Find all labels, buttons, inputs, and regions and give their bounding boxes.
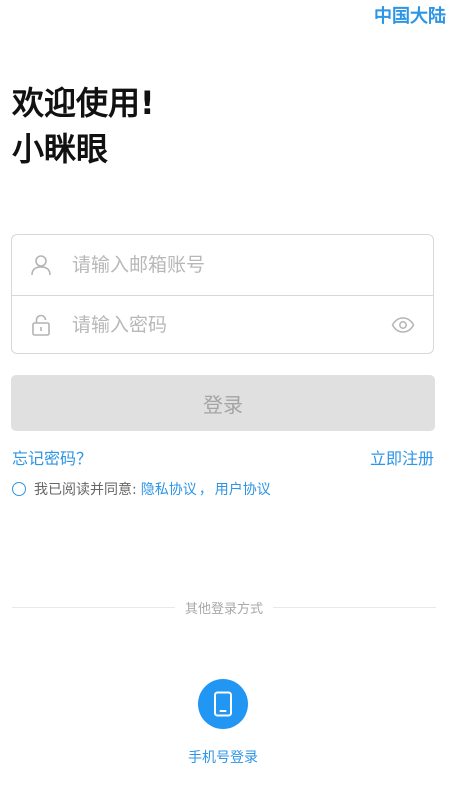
lock-icon (32, 314, 50, 336)
welcome-line-1: 欢迎使用! (12, 84, 155, 122)
agreement-row: 我已阅读并同意: 隐私协议 ， 用户协议 (12, 479, 271, 499)
app-name: 小眯眼 (12, 130, 109, 168)
phone-login-label[interactable]: 手机号登录 (0, 747, 446, 767)
register-link[interactable]: 立即注册 (370, 445, 434, 469)
login-form (11, 234, 434, 354)
other-login-divider: 其他登录方式 (12, 598, 436, 618)
other-login-label: 其他登录方式 (174, 598, 274, 617)
privacy-policy-link[interactable]: 隐私协议 (141, 479, 197, 499)
user-icon (31, 255, 51, 276)
agreement-text: 我已阅读并同意: (34, 482, 137, 498)
region-selector[interactable]: 中国大陆 (374, 2, 446, 28)
login-screen: 中国大陆 欢迎使用! 小眯眼 登录 忘记密码？ 立即注册 (0, 0, 450, 800)
eye-icon[interactable] (391, 313, 415, 337)
login-button[interactable]: 登录 (11, 375, 435, 431)
password-input[interactable] (72, 314, 391, 336)
agreement-separator: ， (198, 482, 213, 498)
mobile-phone-icon (214, 691, 232, 717)
welcome-heading: 欢迎使用! 小眯眼 (12, 80, 155, 172)
user-agreement-link[interactable]: 用户协议 (215, 479, 271, 499)
phone-login-button[interactable] (198, 679, 248, 729)
email-input[interactable] (72, 254, 433, 276)
password-row (12, 295, 433, 355)
agreement-radio[interactable] (12, 482, 26, 496)
forgot-password-link[interactable]: 忘记密码？ (12, 445, 92, 469)
email-row (12, 235, 433, 296)
